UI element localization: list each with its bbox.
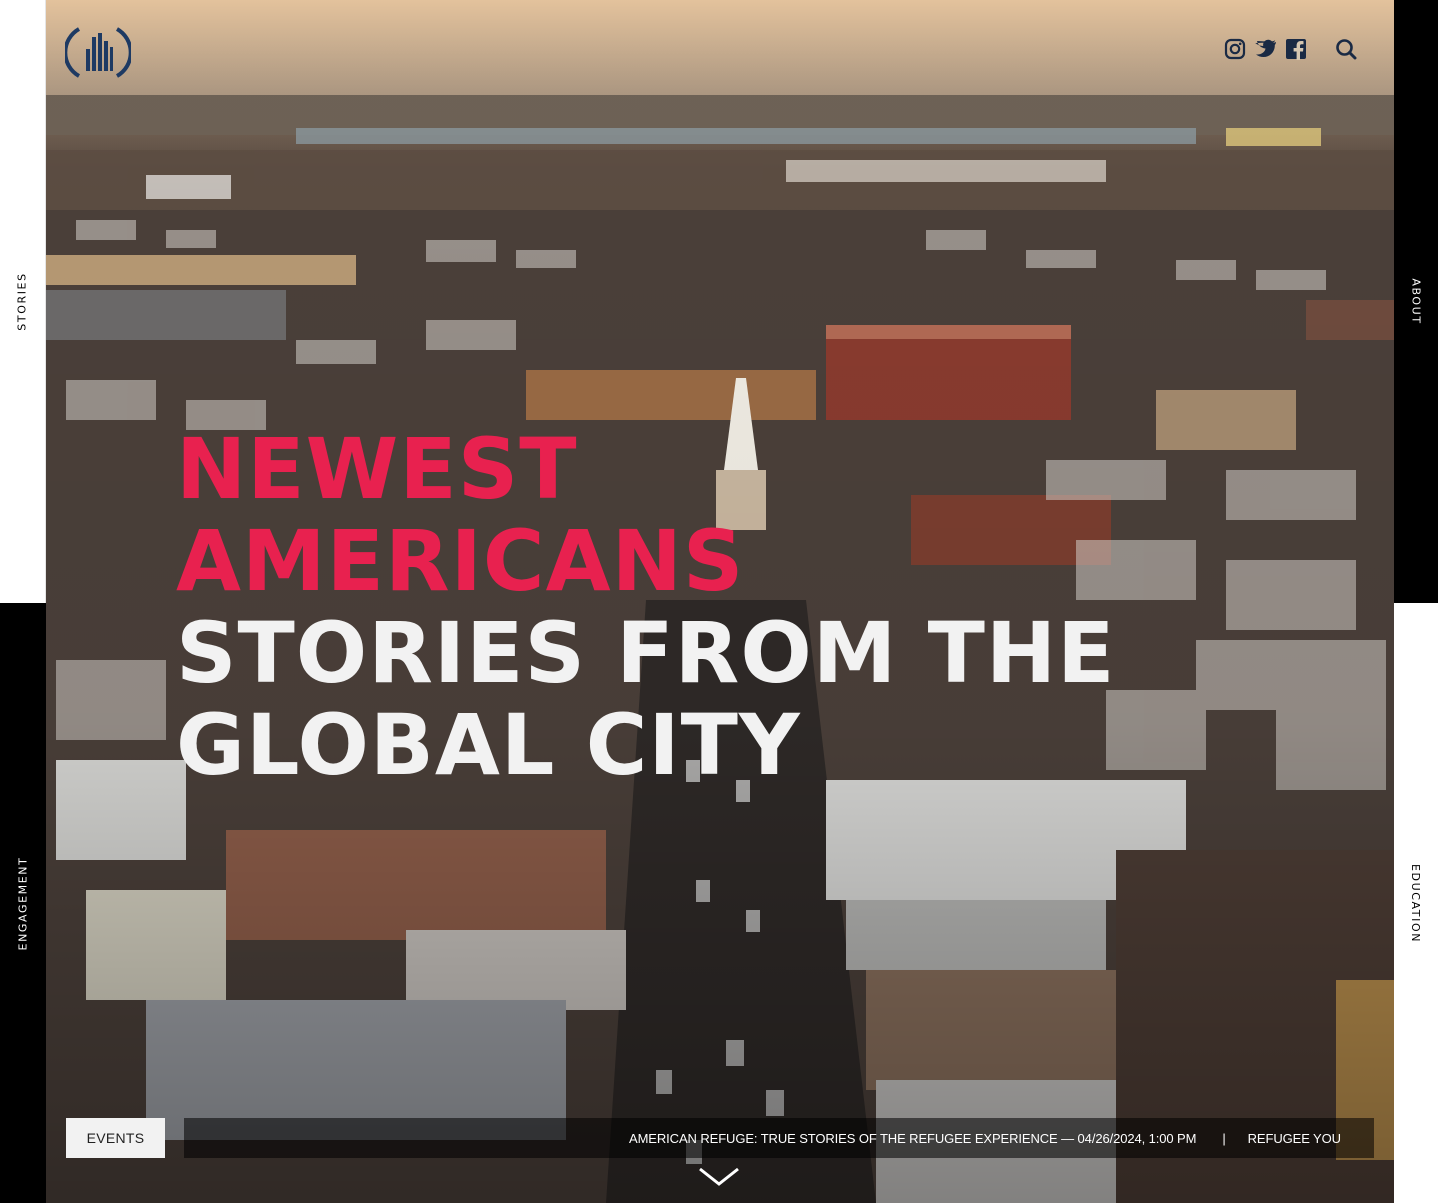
instagram-icon[interactable] — [1223, 37, 1247, 61]
ticker-item-link[interactable]: AMERICAN REFUGE: TRUE STORIES OF THE REF… — [629, 1131, 1196, 1146]
newest-americans-logo-icon[interactable] — [65, 25, 131, 80]
nav-tab-stories[interactable]: STORIES — [0, 0, 46, 603]
nav-tab-about-label: ABOUT — [1409, 278, 1423, 325]
nav-tab-education[interactable]: EDUCATION — [1394, 603, 1438, 1203]
twitter-icon[interactable] — [1254, 37, 1278, 61]
ticker-content: AMERICAN REFUGE: TRUE STORIES OF THE REF… — [629, 1131, 1341, 1146]
ticker-track: AMERICAN REFUGE: TRUE STORIES OF THE REF… — [184, 1118, 1374, 1158]
hero-section: NEWEST AMERICANS STORIES FROM THE GLOBAL… — [46, 0, 1394, 1203]
nav-tab-about[interactable]: ABOUT — [1394, 0, 1438, 603]
nav-tab-engagement[interactable]: ENGAGEMENT — [0, 603, 46, 1203]
chevron-down-icon[interactable] — [698, 1166, 740, 1188]
headline-line-global-city: GLOBAL CITY — [176, 696, 801, 794]
headline-line-americans: AMERICANS — [176, 512, 745, 610]
hero-headline: NEWEST AMERICANS STORIES FROM THE GLOBAL… — [176, 423, 1116, 791]
nav-tab-stories-label: STORIES — [16, 272, 30, 331]
ticker-item-link[interactable]: REFUGEE YOU — [1248, 1131, 1341, 1146]
events-ticker: EVENTS AMERICAN REFUGE: TRUE STORIES OF … — [66, 1118, 1374, 1158]
facebook-icon[interactable] — [1284, 37, 1308, 61]
events-button[interactable]: EVENTS — [66, 1118, 165, 1158]
headline-line-newest: NEWEST — [176, 420, 578, 518]
headline-line-stories: STORIES FROM THE — [176, 604, 1116, 702]
nav-tab-engagement-label: ENGAGEMENT — [16, 856, 30, 950]
ticker-separator: | — [1222, 1131, 1226, 1146]
nav-tab-education-label: EDUCATION — [1409, 863, 1423, 943]
search-icon[interactable] — [1334, 37, 1358, 61]
